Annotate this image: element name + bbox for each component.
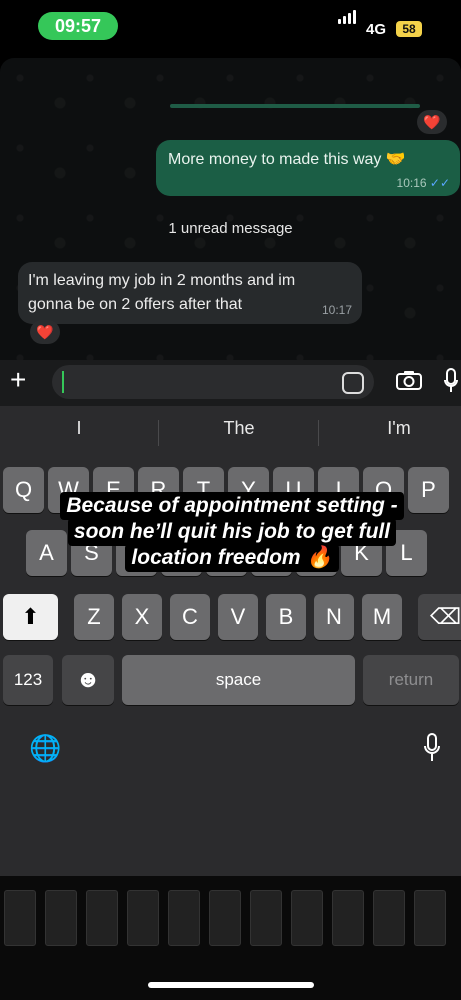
read-ticks-icon: ✓✓ [429,176,450,190]
thumbnail[interactable] [168,890,200,946]
network-type: 4G [366,21,387,38]
caption-line-2: soon he’ll quit his job to get full [67,518,397,546]
thumbnail[interactable] [86,890,118,946]
suggestion-2[interactable]: The [162,418,316,439]
thumbnail[interactable] [373,890,405,946]
suggestion-divider [318,420,319,446]
globe-icon[interactable]: 🌐 [29,733,61,764]
heart-reaction-icon: ❤️ [417,110,447,134]
outgoing-message[interactable]: More money to made this way 🤝 10:16 ✓✓ [156,140,460,196]
camera-icon[interactable] [396,370,422,390]
text-cursor [62,371,64,393]
thumbnail[interactable] [291,890,323,946]
thumbnail[interactable] [127,890,159,946]
emoji-key[interactable]: ☻ [62,655,114,705]
heart-reaction-icon: ❤️ [30,320,60,344]
thumbnail[interactable] [250,890,282,946]
thumbnail[interactable] [209,890,241,946]
incoming-message[interactable]: I'm leaving my job in 2 months and im go… [18,262,362,324]
numbers-key[interactable]: 123 [3,655,53,705]
thumbnail[interactable] [414,890,446,946]
key-z[interactable]: Z [74,594,114,640]
outgoing-message-meta: 10:16 ✓✓ [397,176,450,190]
incoming-message-text: I'm leaving my job in 2 months and im go… [28,272,296,313]
unread-divider: 1 unread message [168,220,293,237]
key-m[interactable]: M [362,594,402,640]
thumbnail[interactable] [332,890,364,946]
thumbnail[interactable] [45,890,77,946]
key-v[interactable]: V [218,594,258,640]
shift-key[interactable]: ⬆ [3,594,58,640]
dictation-mic-icon[interactable] [424,733,440,763]
message-input[interactable] [52,365,374,399]
incoming-message-time: 10:17 [321,303,352,317]
outgoing-message-time: 10:16 [396,176,427,190]
key-c[interactable]: C [170,594,210,640]
microphone-icon[interactable] [444,368,458,394]
key-n[interactable]: N [314,594,354,640]
plus-icon[interactable]: + [10,364,26,396]
sticker-icon[interactable] [342,372,364,394]
key-x[interactable]: X [122,594,162,640]
previous-message-edge [170,104,420,108]
suggestion-3[interactable]: I'm [322,418,461,439]
caption-overlay: Because of appointment setting - soon he… [12,492,452,572]
outgoing-message-text: More money to made this way 🤝 [168,151,406,168]
status-time: 09:57 [38,12,118,40]
return-key[interactable]: return [363,655,459,705]
home-indicator[interactable] [148,982,314,988]
thumbnail[interactable] [4,890,36,946]
space-key[interactable]: space [122,655,355,705]
caption-line-3: location freedom 🔥 [125,544,339,572]
suggestion-1[interactable]: I [2,418,156,439]
key-b[interactable]: B [266,594,306,640]
caption-line-1: Because of appointment setting - [60,492,404,520]
battery-indicator: 58 [396,21,422,37]
suggestion-divider [158,420,159,446]
backspace-key[interactable]: ⌫ [418,594,461,640]
